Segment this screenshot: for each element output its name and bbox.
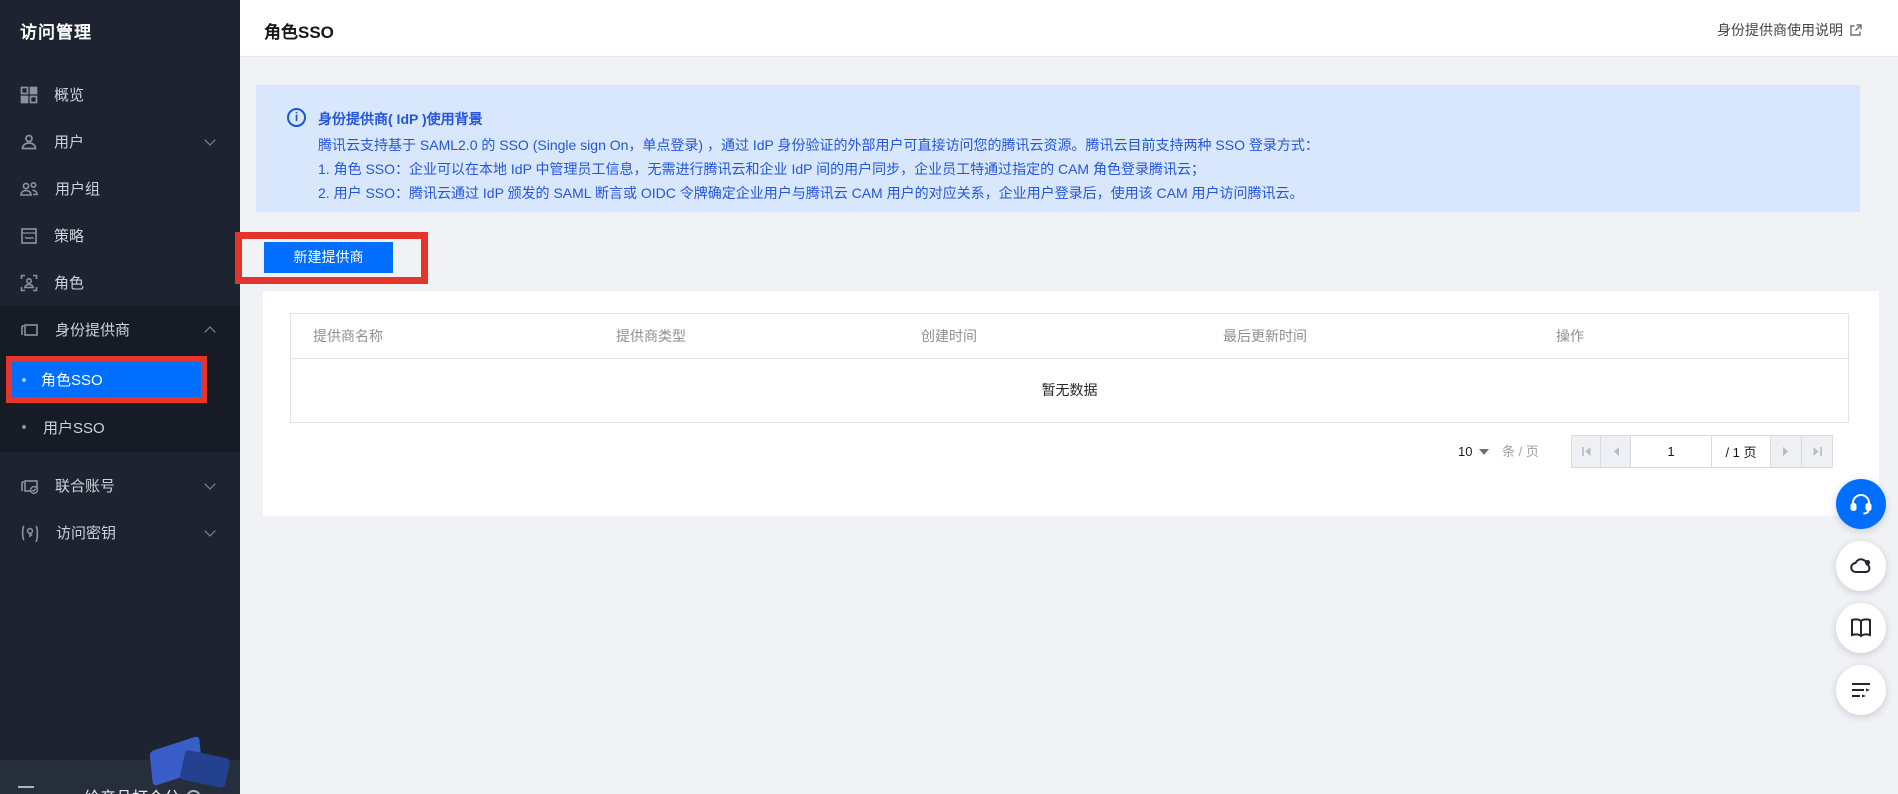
page-header: 角色SSO 身份提供商使用说明	[240, 0, 1898, 57]
banner-line: 2. 用户 SSO：腾讯云通过 IdP 颁发的 SAML 断言或 OIDC 令牌…	[318, 183, 1304, 203]
sidebar: 访问管理 概览 用户 用户组 策略 角色 身份提供商	[0, 0, 240, 794]
chevron-down-icon	[1479, 449, 1489, 455]
sidebar-item-label: 用户	[54, 131, 84, 152]
sidebar-subitem-role-sso-annotation[interactable]: 角色SSO	[6, 356, 207, 403]
bullet-dot-icon	[22, 378, 26, 382]
column-header-provider-type: 提供商类型	[616, 314, 686, 359]
tune-sliders-icon	[1849, 678, 1873, 702]
sidebar-item-label: 概览	[54, 84, 84, 105]
provider-table-card: 提供商名称 提供商类型 创建时间 最后更新时间 操作 暂无数据	[263, 291, 1879, 516]
column-header-create-time: 创建时间	[921, 314, 977, 359]
rating-3d-graphic	[179, 750, 230, 789]
cloud-alert-button[interactable]	[1836, 541, 1886, 591]
sidebar-item-label: 访问密钥	[56, 522, 116, 543]
page-total-label: / 1 页	[1711, 435, 1771, 468]
table-header-row: 提供商名称 提供商类型 创建时间 最后更新时间 操作	[291, 314, 1848, 359]
prev-page-button[interactable]	[1600, 435, 1631, 468]
sidebar-item-access-keys[interactable]: 访问密钥	[0, 509, 240, 556]
sidebar-item-label: 策略	[54, 225, 84, 246]
overview-grid-icon	[20, 86, 38, 104]
sidebar-item-label: 身份提供商	[55, 319, 130, 340]
sidebar-item-label: 用户组	[55, 178, 100, 199]
sidebar-footer-rating[interactable]: 给产品打个分	[0, 760, 240, 794]
access-key-icon	[20, 524, 40, 542]
feedback-tune-button[interactable]	[1836, 665, 1886, 715]
column-header-update-time: 最后更新时间	[1223, 314, 1307, 359]
role-icon	[20, 274, 38, 292]
cam-console-screen: 访问管理 概览 用户 用户组 策略 角色 身份提供商	[0, 0, 1898, 794]
sidebar-item-policies[interactable]: 策略	[0, 212, 240, 259]
banner-line: 1. 角色 SSO：企业可以在本地 IdP 中管理员工信息，无需进行腾讯云和企业…	[318, 159, 1205, 179]
prev-page-icon	[1612, 446, 1620, 457]
page-size-value: 10	[1458, 444, 1472, 459]
sidebar-item-label: 联合账号	[55, 475, 115, 496]
sidebar-item-users[interactable]: 用户	[0, 118, 240, 165]
sidebar-item-user-groups[interactable]: 用户组	[0, 165, 240, 212]
rate-product-label: 给产品打个分	[84, 790, 180, 794]
pagination: 10 条 / 页 1 / 1 页	[0, 435, 1898, 468]
page-size-unit: 条 / 页	[1502, 435, 1539, 468]
create-provider-button[interactable]: 新建提供商	[264, 242, 393, 273]
last-page-button[interactable]	[1801, 435, 1833, 468]
sidebar-item-federated-account[interactable]: 联合账号	[0, 462, 240, 509]
column-header-provider-name: 提供商名称	[313, 314, 383, 359]
info-circle-icon: i	[287, 108, 306, 127]
page-title: 角色SSO	[264, 18, 334, 43]
federated-account-icon	[20, 477, 39, 495]
idp-info-banner: i 身份提供商( IdP )使用背景 腾讯云支持基于 SAML2.0 的 SSO…	[256, 85, 1860, 212]
smiley-face-icon	[186, 790, 201, 794]
support-headset-button[interactable]	[1836, 479, 1886, 529]
current-page-box[interactable]: 1	[1630, 435, 1712, 468]
chevron-down-icon	[204, 134, 215, 145]
users-group-icon	[20, 180, 39, 198]
policy-icon	[20, 227, 38, 245]
external-link-icon	[1849, 23, 1863, 37]
bullet-dot-icon	[22, 425, 26, 429]
pager-controls: 1 / 1 页	[1571, 435, 1833, 468]
cloud-alert-icon	[1848, 553, 1874, 579]
user-icon	[20, 133, 38, 151]
identity-provider-icon	[20, 321, 39, 339]
docs-book-icon	[1848, 615, 1874, 641]
next-page-button[interactable]	[1770, 435, 1802, 468]
table-empty-state: 暂无数据	[291, 359, 1848, 422]
sidebar-item-identity-provider[interactable]: 身份提供商	[0, 306, 240, 353]
headset-support-icon	[1848, 491, 1874, 517]
first-page-button[interactable]	[1571, 435, 1601, 468]
idp-help-link[interactable]: 身份提供商使用说明	[1717, 20, 1863, 40]
docs-book-button[interactable]	[1836, 603, 1886, 653]
chevron-down-icon	[204, 525, 215, 536]
sidebar-item-label: 角色	[54, 272, 84, 293]
sidebar-title: 访问管理	[20, 18, 92, 43]
banner-title: 身份提供商( IdP )使用背景	[318, 109, 483, 129]
help-link-label: 身份提供商使用说明	[1717, 20, 1843, 40]
provider-table: 提供商名称 提供商类型 创建时间 最后更新时间 操作 暂无数据	[290, 313, 1849, 423]
sidebar-item-overview[interactable]: 概览	[0, 71, 240, 118]
page-size-select[interactable]: 10	[1458, 435, 1489, 468]
collapse-menu-icon	[18, 786, 34, 794]
column-header-actions: 操作	[1556, 314, 1584, 359]
last-page-icon	[1812, 446, 1823, 457]
chevron-up-icon	[204, 326, 215, 337]
sidebar-item-roles[interactable]: 角色	[0, 259, 240, 306]
sidebar-subitem-label: 角色SSO	[41, 369, 103, 390]
chevron-down-icon	[204, 478, 215, 489]
next-page-icon	[1782, 446, 1790, 457]
banner-line: 腾讯云支持基于 SAML2.0 的 SSO (Single sign On，单点…	[318, 135, 1319, 155]
first-page-icon	[1581, 446, 1592, 457]
